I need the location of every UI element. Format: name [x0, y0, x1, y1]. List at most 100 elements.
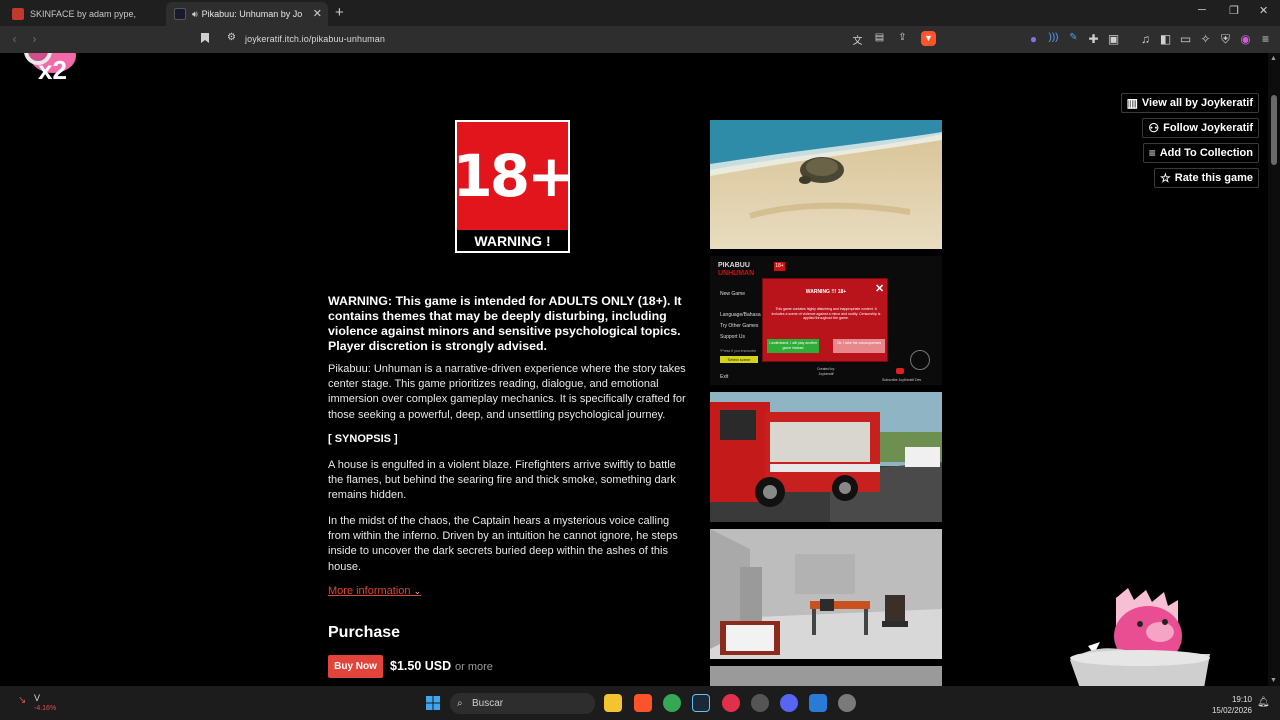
windows-start-icon[interactable] [426, 696, 440, 710]
press-hint: *Press if you encounter [720, 349, 757, 353]
warning-label: WARNING ! [474, 233, 551, 249]
menu-decoration [910, 350, 930, 370]
toolbar: ‹ › ⚙︎ joykeratif.itch.io/pikabuu-unhuma… [0, 26, 1280, 53]
age-warning-badge: 18+ WARNING ! [452, 120, 576, 253]
magnifier-mascot-logo: x2 [22, 53, 86, 105]
translate-extension-icon[interactable]: ✎ [1066, 32, 1081, 43]
rate-game-button[interactable]: ☆ Rate this game [1153, 168, 1259, 188]
minimize-icon[interactable]: ─ [1198, 4, 1206, 16]
url-text[interactable]: joykeratif.itch.io/pikabuu-unhuman [245, 34, 385, 44]
reader-mode-icon[interactable]: ▤ [872, 32, 887, 43]
screenshot-fire-truck[interactable] [710, 392, 942, 522]
date: 15/02/2026 [1211, 706, 1252, 715]
beach-turtle-image [710, 120, 942, 249]
share-icon[interactable]: ⇪ [895, 32, 910, 43]
stock-symbol: V [34, 693, 41, 703]
steam-icon[interactable] [692, 694, 710, 712]
price: $1.50 USD [390, 659, 452, 673]
menu-item: New Game [720, 291, 746, 297]
vpn-icon[interactable]: ⛨ [1218, 32, 1233, 47]
file-explorer-icon[interactable] [604, 694, 622, 712]
itchio-store-icon: ▥ [1126, 96, 1138, 110]
screenshot-office[interactable] [710, 529, 942, 659]
translate-icon[interactable]: 文 [850, 32, 865, 47]
screenshot-main-menu[interactable]: PIKABUU UNHUMAN 18+ New Game Language/Ba… [710, 256, 942, 385]
follow-user-icon: ⚇ [1148, 121, 1160, 135]
brave-shield-icon[interactable]: ▼ [921, 31, 936, 46]
profile-icon[interactable]: ◉ [1238, 32, 1253, 46]
extension-icon[interactable]: ● [1026, 32, 1041, 46]
notifications-icon[interactable]: 🔔︎ [1257, 697, 1270, 708]
tab-title: SKINFACE by adam pype, Ties Groen [30, 9, 136, 19]
tab-title: Pikabuu: Unhuman by Joykeratif [201, 9, 302, 19]
more-information-link[interactable]: More information ⌄ [328, 585, 421, 597]
chevron-down-icon: ⌄ [413, 586, 422, 596]
age-rating: 18+ [452, 142, 575, 210]
buy-now-button[interactable]: Buy Now [328, 655, 383, 678]
time: 19:10 [1231, 695, 1252, 704]
subscribe-text: Subscribe JoyKeratif Dev [882, 378, 922, 382]
notepad-icon[interactable] [809, 694, 827, 712]
scroll-thumb[interactable] [1271, 95, 1277, 165]
app-red-icon[interactable] [722, 694, 740, 712]
forward-icon[interactable]: › [27, 32, 42, 46]
close-tab-icon[interactable]: ✕ [313, 7, 322, 20]
speaker-icon[interactable]: 🔊︎ [192, 9, 198, 20]
menu-item: Try Other Games [720, 323, 759, 329]
menu-logo: PIKABUU UNHUMAN [718, 262, 755, 277]
wallet-icon[interactable]: ▭ [1178, 32, 1193, 46]
screen: SKINFACE by adam pype, Ties Groen 🔊︎ Pik… [0, 0, 1280, 720]
adult-warning-text: WARNING: This game is intended for ADULT… [328, 294, 682, 353]
puzzle-icon[interactable]: ✚ [1086, 32, 1101, 46]
popup-title: WARNING !!! 18+ [805, 289, 847, 295]
discord-icon[interactable] [780, 694, 798, 712]
restore-icon[interactable]: ❐ [1229, 4, 1239, 17]
back-icon[interactable]: ‹ [7, 32, 22, 46]
clock[interactable]: 19:10 15/02/2026 [1208, 694, 1252, 716]
settings-icon[interactable] [838, 694, 856, 712]
app-gray-icon[interactable] [751, 694, 769, 712]
synopsis-paragraph-1: A house is engulfed in a violent blaze. … [328, 459, 676, 502]
chrome-icon[interactable] [663, 694, 681, 712]
menu-item: Language/Bahasa [720, 312, 761, 318]
page-scrollbar[interactable]: ▲ ▼ [1268, 53, 1280, 686]
search-icon: ⌕ [457, 698, 463, 709]
tab-skinface[interactable]: SKINFACE by adam pype, Ties Groen [8, 2, 163, 26]
stock-trend-icon: ↘ [18, 695, 27, 706]
pink-mascot-decoration [1060, 588, 1220, 686]
bookmark-icon[interactable] [197, 32, 212, 47]
close-window-icon[interactable]: ✕ [1259, 4, 1268, 17]
add-to-collection-button[interactable]: ≡ Add To Collection [1142, 143, 1259, 163]
leo-ai-icon[interactable]: ✧ [1198, 32, 1213, 46]
scroll-down-icon[interactable]: ▼ [1270, 677, 1277, 684]
media-icon[interactable]: ♫ [1138, 32, 1153, 46]
price-suffix: or more [455, 661, 493, 673]
add-to-list-icon: ≡ [1148, 146, 1156, 160]
brave-browser-icon[interactable] [634, 694, 652, 712]
purchase-heading: Purchase [328, 624, 401, 641]
menu-logo-badge: 18+ [774, 262, 785, 271]
screenshot-partial[interactable] [710, 666, 942, 686]
created-by: Created by: Joykeratif [816, 367, 836, 376]
tab-pikabuu[interactable]: 🔊︎ Pikabuu: Unhuman by Joykeratif ✕ [166, 2, 328, 26]
scroll-up-icon[interactable]: ▲ [1270, 55, 1277, 62]
follow-button[interactable]: ⚇ Follow Joykeratif [1142, 118, 1259, 138]
taskbar-search[interactable]: ⌕ Buscar [450, 693, 595, 714]
view-all-button[interactable]: ▥ View all by Joykeratif [1120, 93, 1259, 113]
menu-icon[interactable]: ≡ [1258, 32, 1273, 46]
site-info-icon[interactable]: ⚙︎ [224, 32, 239, 43]
select-scene-button: Select scene [720, 356, 758, 363]
synopsis-paragraph-2: In the midst of the chaos, the Captain h… [328, 515, 678, 573]
new-tab-button[interactable]: + [335, 4, 344, 21]
window-icon[interactable]: ▣ [1106, 32, 1121, 46]
audio-extension-icon[interactable]: ))) [1046, 32, 1061, 43]
sidebar-icon[interactable]: ◧ [1158, 32, 1173, 46]
itchio-icon [12, 8, 24, 20]
fire-truck-image [710, 392, 942, 522]
page-content: x2 ▥ View all by Joykeratif ⚇ Follow Joy… [0, 53, 1268, 686]
windows-taskbar: ↘ V -4.16% ⌕ Buscar 19:10 15/02/2026 🔔︎ [0, 686, 1280, 720]
popup-close-icon: ✕ [875, 283, 885, 295]
exit-item: Exit [720, 374, 729, 380]
stock-change: -4.16% [34, 705, 57, 712]
screenshot-beach[interactable] [710, 120, 942, 249]
